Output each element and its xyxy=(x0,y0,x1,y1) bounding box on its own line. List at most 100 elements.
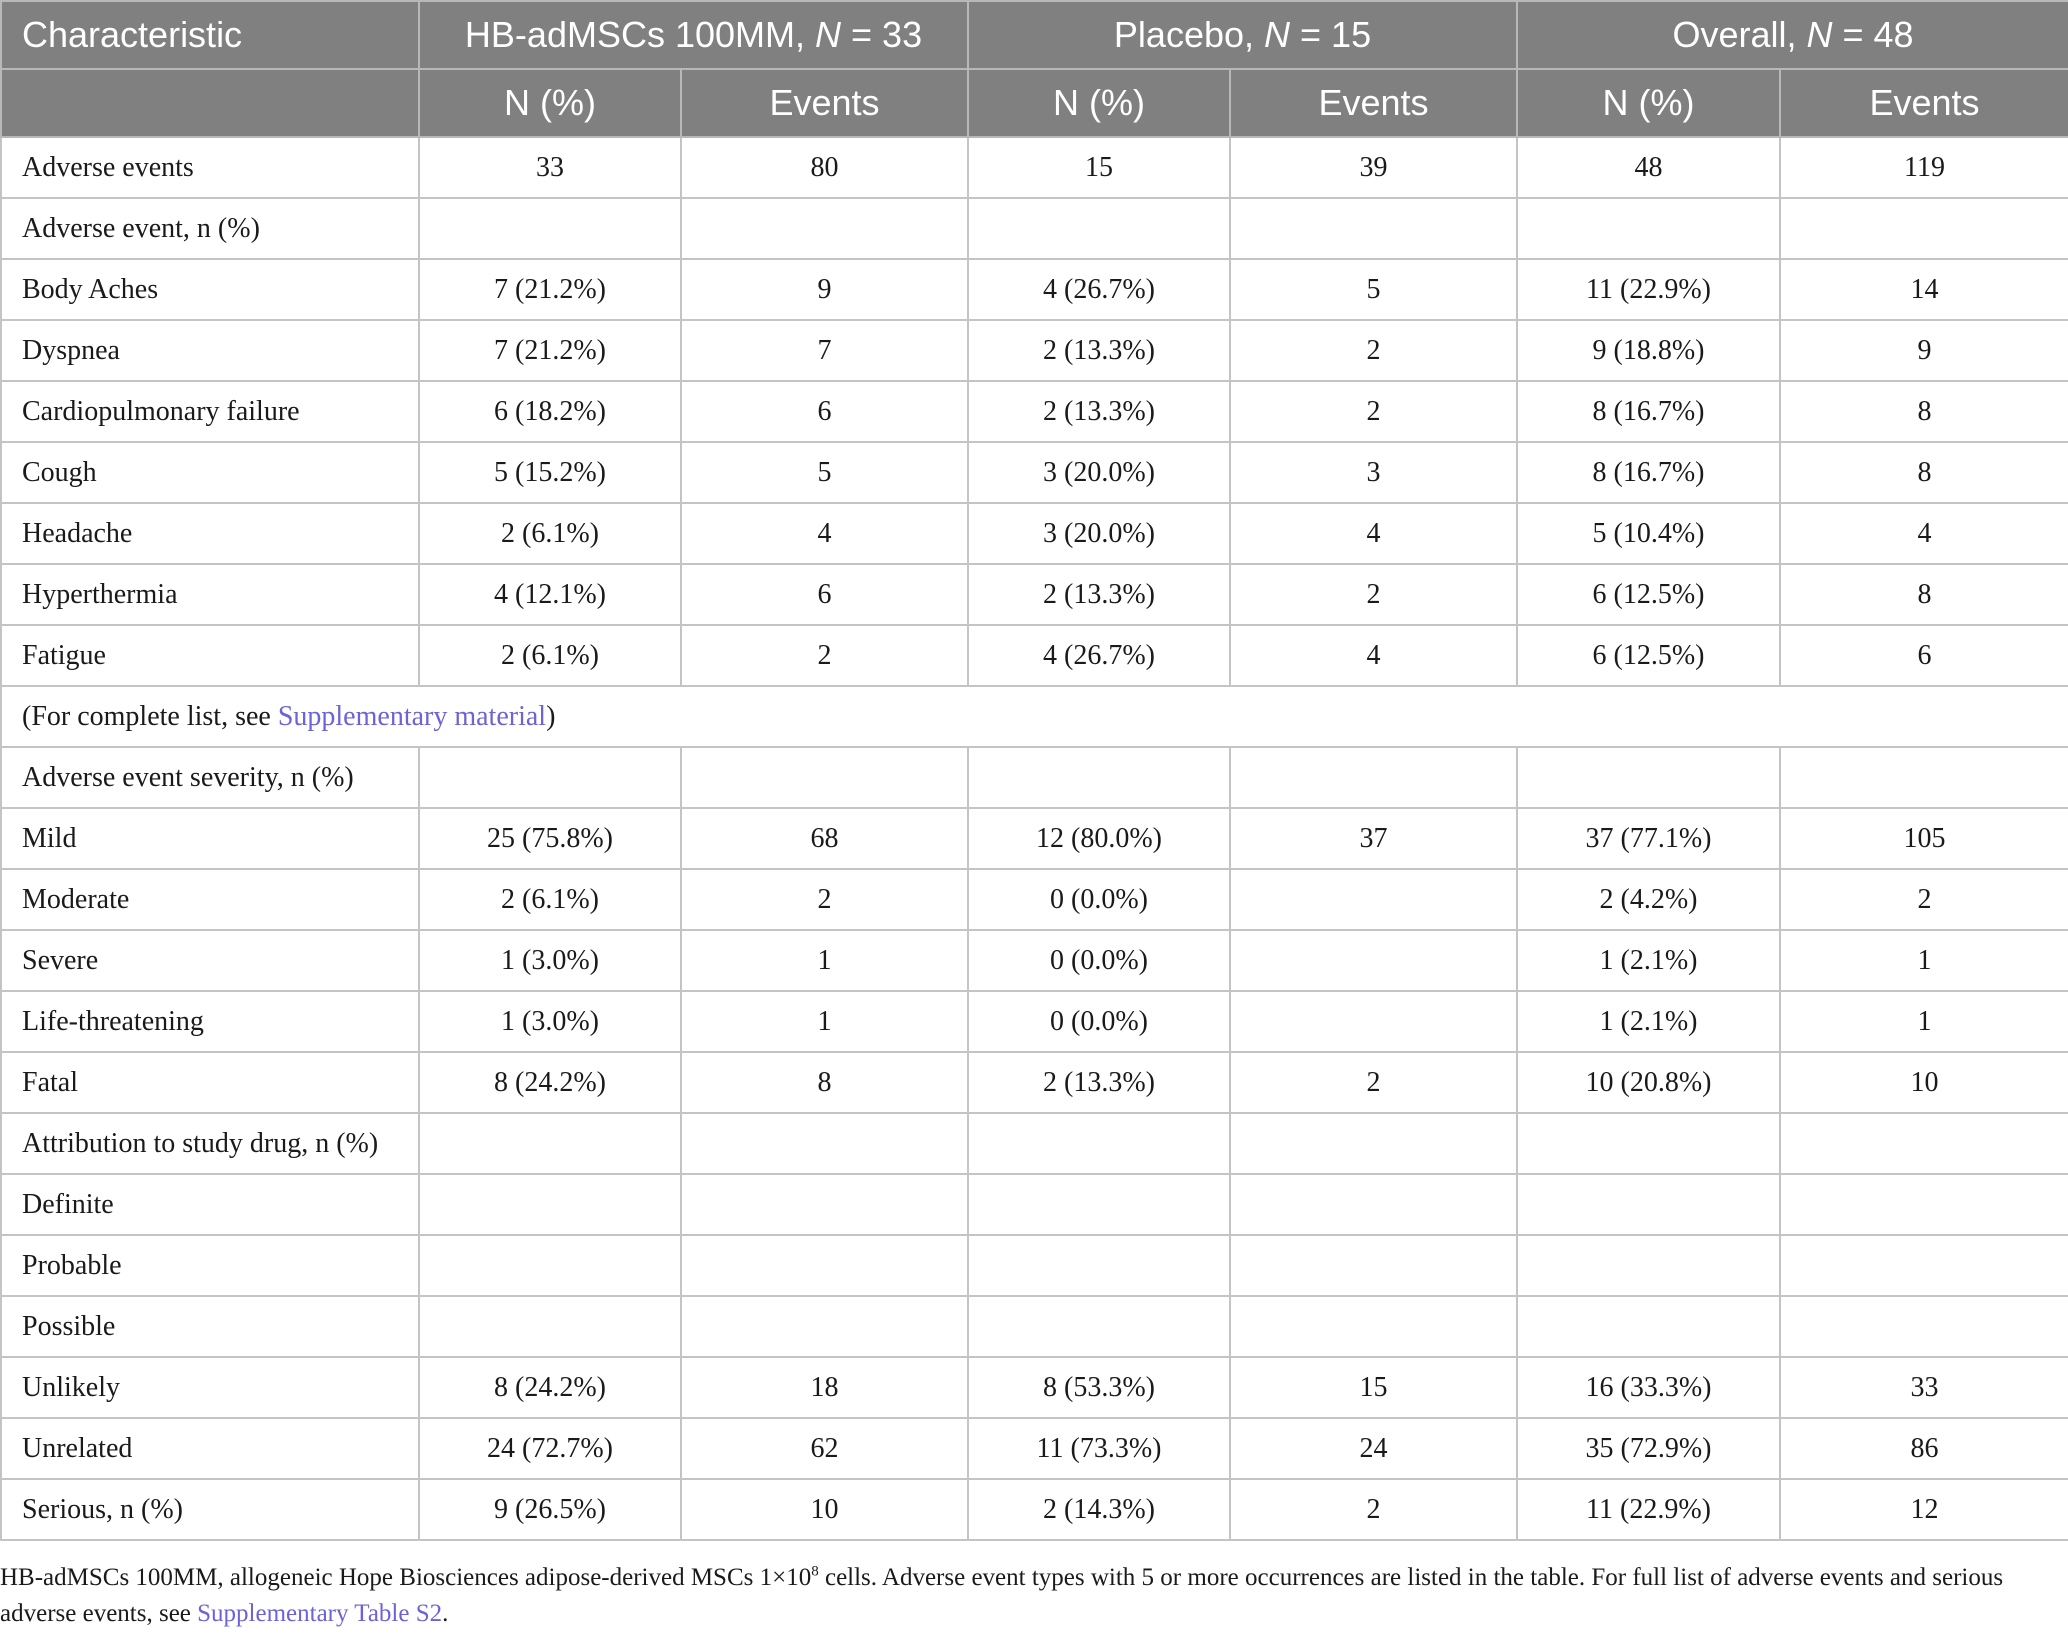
table-cell: 48 xyxy=(1516,136,1782,199)
row-label: Serious, n (%) xyxy=(0,1478,420,1541)
table-cell: 2 (13.3%) xyxy=(967,563,1232,626)
sub-header-cell: N (%) xyxy=(1516,68,1782,138)
row-label: Possible xyxy=(0,1295,420,1358)
table-row: Body Aches 7 (21.2%) 9 4 (26.7%) 5 11 (22.9%)… xyxy=(0,258,2068,321)
table-cell: 10 xyxy=(1779,1051,2068,1114)
supplementary-table-link[interactable]: Supplementary Table S2 xyxy=(197,1600,442,1627)
row-label: Hyperthermia xyxy=(0,563,420,626)
table-cell xyxy=(967,1295,1232,1358)
table-cell: 35 (72.9%) xyxy=(1516,1417,1782,1480)
table-cell: 2 (14.3%) xyxy=(967,1478,1232,1541)
table-cell: 1 xyxy=(679,990,970,1053)
row-label: Headache xyxy=(0,502,420,565)
table-cell: 2 xyxy=(679,624,970,687)
table-cell: 5 (15.2%) xyxy=(418,441,682,504)
table-cell: 8 xyxy=(1779,441,2068,504)
table-cell: 8 (16.7%) xyxy=(1516,380,1782,443)
table-row: Serious, n (%) 9 (26.5%) 10 2 (14.3%) 2 11 (2… xyxy=(0,1478,2068,1541)
table-cell: 80 xyxy=(679,136,970,199)
table-row: Cardiopulmonary failure 6 (18.2%) 6 2 (13.3… xyxy=(0,380,2068,443)
table-cell: 8 (16.7%) xyxy=(1516,441,1782,504)
table-cell xyxy=(1779,746,2068,809)
sub-header-cell: Events xyxy=(1779,68,2068,138)
table-cell: 2 xyxy=(1779,868,2068,931)
table-row: Adverse event, n (%) xyxy=(0,197,2068,260)
row-label: Cardiopulmonary failure xyxy=(0,380,420,443)
table-cell: 11 (73.3%) xyxy=(967,1417,1232,1480)
table-cell xyxy=(679,1234,970,1297)
table-cell xyxy=(967,1173,1232,1236)
table-cell: 2 (13.3%) xyxy=(967,1051,1232,1114)
table-cell: 6 xyxy=(1779,624,2068,687)
table-cell: 10 xyxy=(679,1478,970,1541)
table-cell: 4 xyxy=(1229,624,1519,687)
table-cell xyxy=(1779,1173,2068,1236)
table-cell xyxy=(1516,1295,1782,1358)
table-cell: 4 xyxy=(1779,502,2068,565)
table-cell: 2 (6.1%) xyxy=(418,624,682,687)
table-cell xyxy=(1229,1173,1519,1236)
characteristic-header: Characteristic xyxy=(0,0,420,70)
table-cell: 0 (0.0%) xyxy=(967,990,1232,1053)
table-cell: 5 xyxy=(1229,258,1519,321)
table-cell: 12 xyxy=(1779,1478,2068,1541)
table-cell: 62 xyxy=(679,1417,970,1480)
table-cell: 0 (0.0%) xyxy=(967,868,1232,931)
table-cell xyxy=(418,1295,682,1358)
table-cell: 2 xyxy=(1229,1478,1519,1541)
table-cell: 10 (20.8%) xyxy=(1516,1051,1782,1114)
row-label: Fatal xyxy=(0,1051,420,1114)
supplementary-material-link[interactable]: Supplementary material xyxy=(278,701,546,732)
table-row: Adverse events 33 80 15 39 48 119 xyxy=(0,136,2068,199)
table-cell xyxy=(967,746,1232,809)
table-cell: 8 xyxy=(1779,380,2068,443)
table-cell xyxy=(1229,929,1519,992)
table-cell: 4 (26.7%) xyxy=(967,624,1232,687)
table-row: (For complete list, see Supplementary ma… xyxy=(0,685,2068,748)
table-cell xyxy=(679,746,970,809)
table-row: Headache 2 (6.1%) 4 3 (20.0%) 4 5 (10.4%) 4 xyxy=(0,502,2068,565)
sub-header-row: N (%) Events N (%) Events N (%) Events xyxy=(0,68,2068,138)
table-cell xyxy=(1229,1234,1519,1297)
table-cell: 2 (4.2%) xyxy=(1516,868,1782,931)
row-label: Adverse events xyxy=(0,136,420,199)
table-cell xyxy=(418,1173,682,1236)
table-cell: 24 (72.7%) xyxy=(418,1417,682,1480)
table-cell: 2 (6.1%) xyxy=(418,502,682,565)
table-cell: 1 (3.0%) xyxy=(418,929,682,992)
row-label: Unrelated xyxy=(0,1417,420,1480)
table-cell xyxy=(679,197,970,260)
table-cell: 2 xyxy=(1229,563,1519,626)
row-label: Probable xyxy=(0,1234,420,1297)
table-cell: 2 xyxy=(1229,380,1519,443)
table-cell: 9 xyxy=(1779,319,2068,382)
table-cell: 15 xyxy=(967,136,1232,199)
table-row: Life-threatening 1 (3.0%) 1 0 (0.0%) 1 (2.1%… xyxy=(0,990,2068,1053)
table-cell: 1 xyxy=(679,929,970,992)
table-row: Unrelated 24 (72.7%) 62 11 (73.3%) 24 35 (72.… xyxy=(0,1417,2068,1480)
table-cell: 68 xyxy=(679,807,970,870)
table-body: Adverse events 33 80 15 39 48 119 Adverse event… xyxy=(0,136,2068,1541)
table-cell: 24 xyxy=(1229,1417,1519,1480)
row-label: Fatigue xyxy=(0,624,420,687)
table-cell: 33 xyxy=(1779,1356,2068,1419)
table-cell xyxy=(1779,1295,2068,1358)
table-cell: 37 (77.1%) xyxy=(1516,807,1782,870)
table-cell: 6 (12.5%) xyxy=(1516,563,1782,626)
sub-header-cell: N (%) xyxy=(967,68,1232,138)
row-label: Dyspnea xyxy=(0,319,420,382)
table-cell: 1 (2.1%) xyxy=(1516,990,1782,1053)
table-cell xyxy=(967,1112,1232,1175)
table-cell: 8 (53.3%) xyxy=(967,1356,1232,1419)
row-label: Adverse event, n (%) xyxy=(0,197,420,260)
table-cell: 18 xyxy=(679,1356,970,1419)
table-cell: 6 xyxy=(679,563,970,626)
table-cell: 11 (22.9%) xyxy=(1516,258,1782,321)
table-cell: 9 (18.8%) xyxy=(1516,319,1782,382)
table-cell: 8 (24.2%) xyxy=(418,1356,682,1419)
table-cell: 9 (26.5%) xyxy=(418,1478,682,1541)
table-cell: 3 (20.0%) xyxy=(967,441,1232,504)
table-cell: 15 xyxy=(1229,1356,1519,1419)
table-cell: 119 xyxy=(1779,136,2068,199)
row-label: Moderate xyxy=(0,868,420,931)
